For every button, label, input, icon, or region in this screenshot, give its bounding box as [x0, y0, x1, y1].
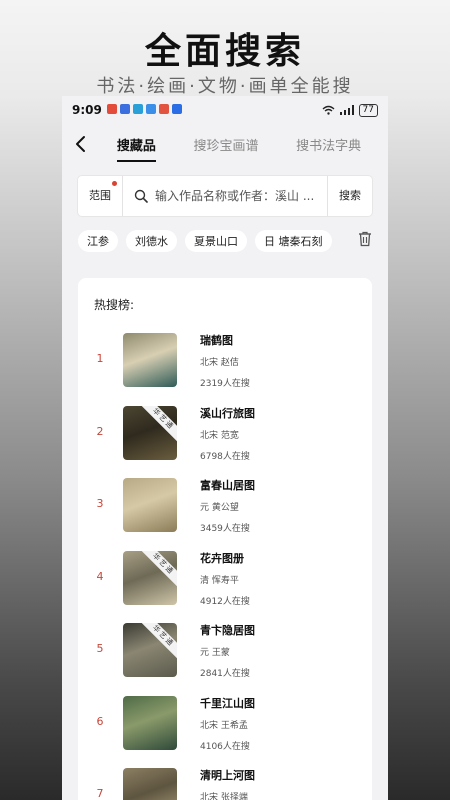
notification-app-icon: [158, 104, 169, 114]
artwork-thumbnail: [123, 333, 177, 387]
notification-icons: [106, 103, 185, 117]
artwork-meta: 清 恽寿平: [200, 575, 239, 586]
signal-icon: [339, 105, 354, 115]
badge-ribbon: 华艺通: [139, 550, 177, 588]
artwork-name: 瑞鹤图: [200, 334, 233, 347]
status-indicators: 77: [322, 103, 378, 117]
status-time: 9:09: [72, 103, 102, 117]
search-input[interactable]: [153, 188, 327, 204]
tab-2[interactable]: 搜书法字典: [292, 125, 365, 164]
artwork-meta: 北宋 范宽: [200, 430, 239, 441]
history-chip[interactable]: 江参: [78, 230, 118, 252]
artwork-meta: 元 黄公望: [200, 503, 239, 513]
artwork-meta: 北宋 赵佶: [200, 358, 239, 368]
back-arrow-icon: [76, 136, 85, 152]
history-chip[interactable]: 日 塘秦石刻: [255, 230, 332, 252]
hot-item-rank: 1: [96, 352, 104, 365]
scope-badge-dot: [112, 181, 117, 186]
artwork-thumbnail: 华艺通: [123, 405, 177, 460]
artwork-meta: 北宋 张择端: [200, 793, 248, 800]
back-button[interactable]: [62, 124, 98, 164]
phone-screen: 9:09 77 搜藏品搜珍宝画谱搜书法字典 范围 搜索 江参刘德水夏景山口日 塘…: [62, 96, 388, 800]
tab-1[interactable]: 搜珍宝画谱: [189, 125, 262, 164]
promo-subtitle: 书法·绘画·文物·画单全能搜: [96, 76, 354, 97]
wifi-icon: [322, 105, 335, 115]
hot-item[interactable]: 2 华艺通 溪山行旅图北宋 范宽 6798人在搜: [78, 403, 372, 476]
tab-0[interactable]: 搜藏品: [113, 125, 160, 164]
search-bar: 范围 搜索: [78, 176, 372, 216]
artwork-meta: 元 王蒙: [200, 648, 230, 658]
badge-ribbon: 华艺通: [139, 405, 177, 443]
hot-item[interactable]: 7 清明上河图北宋 张择端: [78, 765, 372, 800]
notification-app-icon: [106, 104, 117, 114]
artwork-thumbnail: [123, 695, 177, 750]
artwork-name: 清明上河图: [200, 769, 255, 782]
artwork-heat: 6798人在搜: [200, 451, 250, 462]
scope-button[interactable]: 范围: [78, 176, 123, 216]
history-chip[interactable]: 夏景山口: [185, 230, 247, 252]
trash-icon[interactable]: [358, 231, 372, 251]
artwork-thumbnail: 华艺通: [123, 550, 177, 605]
artwork-name: 溪山行旅图: [200, 406, 255, 420]
hot-item[interactable]: 3 富春山居图元 黄公望 3459人在搜: [78, 475, 372, 548]
artwork-name: 青卞隐居图: [200, 624, 255, 637]
search-button[interactable]: 搜索: [327, 176, 372, 216]
battery-indicator: 77: [358, 103, 378, 117]
top-navigation: 搜藏品 搜珍宝画谱 搜书法字典: [62, 124, 388, 164]
badge-ribbon: 华艺通: [139, 623, 177, 661]
artwork-name: 富春山居图: [200, 479, 255, 492]
hot-item[interactable]: 4 华艺通 花卉图册清 恽寿平 4912人在搜: [78, 548, 372, 621]
artwork-thumbnail: [123, 478, 177, 532]
artwork-heat: 2319人在搜: [200, 379, 250, 389]
hot-item[interactable]: 5 华艺通 青卞隐居图元 王蒙 2841人在搜: [78, 620, 372, 693]
hot-item-rank: 4: [96, 569, 104, 583]
artwork-name: 千里江山图: [200, 696, 255, 710]
artwork-heat: 4912人在搜: [200, 596, 250, 607]
artwork-thumbnail: [123, 768, 177, 800]
search-icon: [129, 189, 153, 203]
artwork-heat: 2841人在搜: [200, 669, 250, 679]
hot-item[interactable]: 6 千里江山图北宋 王希孟 4106人在搜: [78, 693, 372, 766]
history-chip[interactable]: 刘德水: [126, 230, 177, 252]
artwork-heat: 4106人在搜: [200, 741, 250, 752]
hot-item[interactable]: 1 瑞鹤图北宋 赵佶 2319人在搜: [78, 330, 372, 403]
hot-item-rank: 6: [96, 714, 104, 728]
search-tabs: 搜藏品 搜珍宝画谱 搜书法字典: [98, 125, 388, 164]
artwork-heat: 3459人在搜: [200, 524, 250, 534]
hot-item-rank: 5: [96, 642, 104, 655]
hot-search-list: 1 瑞鹤图北宋 赵佶 2319人在搜 2 华艺通 溪山行旅图北宋 范宽 6798人在搜 3 富春…: [78, 330, 372, 800]
status-bar: 9:09 77: [62, 96, 388, 124]
artwork-name: 花卉图册: [200, 551, 244, 565]
hot-item-rank: 2: [96, 424, 104, 438]
artwork-thumbnail: 华艺通: [123, 623, 177, 677]
notification-app-icon: [132, 104, 143, 114]
hot-item-rank: 7: [96, 787, 104, 800]
promo-title: 全面搜索: [144, 30, 305, 72]
search-history: 江参 刘德水 夏景山口日 塘秦石刻: [78, 230, 372, 252]
hot-item-rank: 3: [96, 497, 104, 510]
hot-search-title: 热搜榜:: [94, 298, 135, 312]
artwork-meta: 北宋 王希孟: [200, 720, 248, 731]
notification-app-icon: [171, 104, 182, 114]
scope-label: 范围: [89, 189, 111, 202]
hot-search-card: 热搜榜: 1 瑞鹤图北宋 赵佶 2319人在搜 2 华艺通 溪山行旅图北宋 范宽 6798人…: [78, 278, 372, 800]
notification-app-icon: [119, 104, 130, 114]
notification-app-icon: [145, 104, 156, 114]
